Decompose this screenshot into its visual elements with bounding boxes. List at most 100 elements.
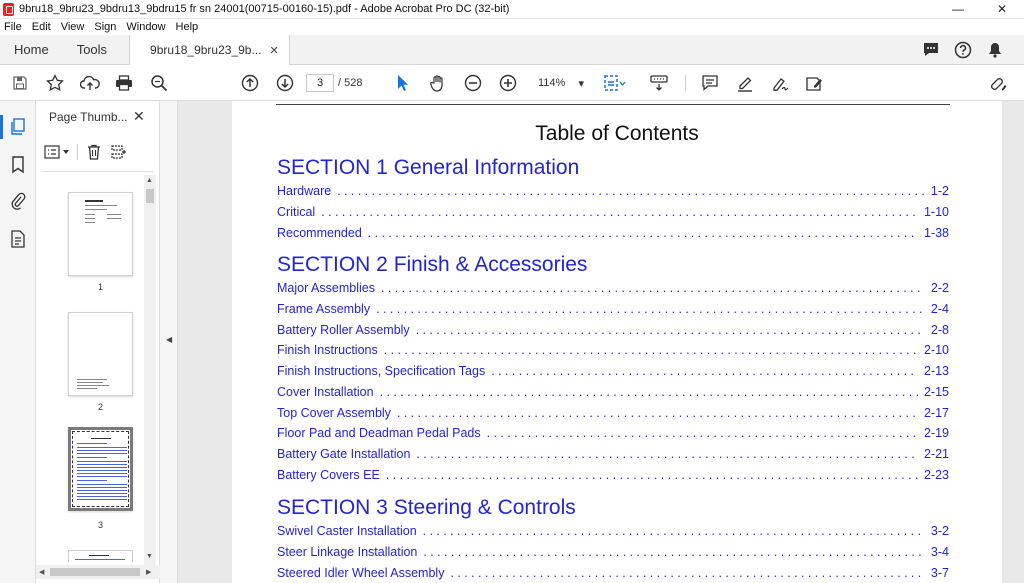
panel-title: Page Thumb... — [49, 110, 128, 124]
next-page-icon[interactable] — [275, 73, 295, 93]
cloud-upload-icon[interactable] — [80, 73, 100, 93]
print-icon[interactable] — [114, 73, 134, 93]
tab-document[interactable]: 9bru18_9bru23_9b... ✕ — [129, 35, 290, 65]
dot-leader: ........................................… — [423, 544, 925, 559]
select-pointer-icon[interactable] — [393, 73, 413, 93]
save-icon[interactable] — [10, 73, 30, 93]
toc-entry[interactable]: Steered Idler Wheel Assembly............… — [277, 566, 949, 583]
dot-leader: ........................................… — [385, 467, 918, 482]
thumbnail-options-icon[interactable] — [44, 145, 69, 159]
hand-tool-icon[interactable] — [428, 73, 448, 93]
signature-pen-icon[interactable] — [770, 73, 790, 93]
section-heading[interactable]: SECTION 2 Finish & Accessories — [277, 253, 587, 277]
page-thumbnail-1[interactable] — [68, 192, 133, 276]
page-thumbnail-4[interactable] — [68, 550, 133, 562]
tab-close-button[interactable]: ✕ — [269, 44, 278, 57]
thumb-text-line — [85, 214, 95, 215]
title-bar: 9bru18_9bru23_9bdru13_9bdru15 fr sn 2400… — [0, 0, 1024, 19]
toc-entry-title: Frame Assembly — [277, 301, 371, 316]
zoom-in-icon[interactable] — [498, 73, 518, 93]
bookmark-icon[interactable] — [8, 155, 28, 175]
thumb-text-line — [85, 222, 95, 223]
horizontal-scrollbar-thumb[interactable] — [50, 568, 140, 576]
scroll-right-icon[interactable]: ▶ — [146, 568, 151, 576]
toc-entry[interactable]: Finish Instructions.....................… — [277, 343, 949, 361]
zoom-out-icon[interactable] — [463, 73, 483, 93]
menu-edit[interactable]: Edit — [32, 21, 51, 33]
document-view[interactable]: Table of Contents SECTION 1 General Info… — [178, 101, 1024, 583]
toc-entry[interactable]: Recommended.............................… — [277, 226, 949, 244]
panel-splitter[interactable]: ◀ — [160, 101, 178, 583]
toc-entry-page: 1-10 — [923, 204, 949, 219]
chevron-down-icon: ▾ — [578, 77, 584, 90]
toc-entry[interactable]: Battery Gate Installation...............… — [277, 447, 949, 465]
thumbnails-horizontal-scrollbar[interactable]: ◀ ▶ — [36, 565, 160, 579]
share-link-icon[interactable] — [988, 73, 1010, 93]
dot-leader: ........................................… — [321, 204, 918, 219]
highlight-pen-icon[interactable] — [735, 73, 755, 93]
keyboard-tools-icon[interactable] — [648, 73, 670, 93]
tab-tools[interactable]: Tools — [63, 35, 121, 64]
toc-entry[interactable]: Cover Installation......................… — [277, 385, 949, 403]
panel-close-button[interactable]: ✕ — [133, 108, 145, 125]
menu-view[interactable]: View — [61, 21, 85, 33]
page-number-input[interactable]: 3 — [306, 74, 334, 92]
collapse-panel-icon[interactable]: ◀ — [166, 335, 172, 344]
active-indicator — [0, 115, 3, 139]
toc-entry[interactable]: Battery Covers EE.......................… — [277, 468, 949, 486]
toc-entry[interactable]: Major Assemblies........................… — [277, 281, 949, 299]
minimize-button[interactable]: — — [936, 0, 980, 19]
toc-entry[interactable]: Battery Roller Assembly.................… — [277, 323, 949, 341]
tab-home[interactable]: Home — [0, 35, 63, 64]
scrollbar-thumb[interactable] — [146, 189, 154, 203]
delete-page-icon[interactable] — [86, 144, 102, 160]
toc-entry[interactable]: Top Cover Assembly......................… — [277, 406, 949, 424]
help-icon[interactable] — [954, 41, 972, 59]
zoom-level-select[interactable]: 114% ▾ — [528, 74, 588, 92]
toc-entry[interactable]: Frame Assembly..........................… — [277, 302, 949, 320]
toc-entry-title: Finish Instructions, Specification Tags — [277, 364, 486, 378]
toc-entry[interactable]: Floor Pad and Deadman Pedal Pads........… — [277, 426, 949, 444]
scroll-left-icon[interactable]: ◀ — [39, 568, 44, 576]
attachment-paperclip-icon[interactable] — [8, 191, 28, 211]
toc-entry[interactable]: Hardware................................… — [277, 184, 949, 202]
bookmark-star-icon[interactable] — [45, 73, 65, 93]
page-fit-icon[interactable] — [603, 73, 627, 93]
insert-page-icon[interactable] — [110, 144, 128, 160]
page-thumbnail-2[interactable] — [68, 312, 133, 396]
document-properties-icon[interactable] — [8, 229, 28, 249]
dot-leader: ........................................… — [486, 426, 918, 441]
toc-entry[interactable]: Finish Instructions, Specification Tags.… — [277, 364, 949, 382]
section-heading[interactable]: SECTION 1 General Information — [277, 156, 579, 180]
comment-chat-icon[interactable] — [922, 41, 940, 59]
window-title: 9bru18_9bru23_9bdru13_9bdru15 fr sn 2400… — [19, 3, 510, 15]
thumb-text-line — [107, 214, 121, 215]
toc-entry[interactable]: Swivel Caster Installation..............… — [277, 524, 949, 542]
toc-entry-title: Battery Covers EE — [277, 467, 380, 482]
close-window-button[interactable]: ✕ — [980, 0, 1024, 19]
section-heading[interactable]: SECTION 3 Steering & Controls — [277, 496, 576, 520]
scroll-up-icon[interactable]: ▲ — [146, 177, 153, 184]
thumb-text-line — [107, 218, 121, 219]
add-comment-icon[interactable] — [700, 73, 720, 93]
toc-entry[interactable]: Steer Linkage Installation..............… — [277, 545, 949, 563]
fill-sign-icon[interactable] — [805, 73, 825, 93]
thumb-text-line — [77, 385, 109, 386]
thumbnails-scrollbar[interactable]: ▲ ▼ — [144, 175, 156, 565]
menu-help[interactable]: Help — [176, 21, 199, 33]
scroll-down-icon[interactable]: ▼ — [146, 553, 153, 560]
previous-page-icon[interactable] — [240, 73, 260, 93]
notification-bell-icon[interactable] — [986, 41, 1004, 59]
page-thumbnails-icon[interactable] — [8, 117, 28, 137]
thumbnail-label-1: 1 — [97, 282, 103, 292]
dot-leader: ........................................… — [379, 384, 918, 399]
panel-toolbar — [44, 139, 154, 165]
menu-file[interactable]: File — [4, 21, 22, 33]
page-thumbnail-3[interactable] — [68, 427, 133, 511]
toc-entry[interactable]: Critical................................… — [277, 205, 949, 223]
menu-sign[interactable]: Sign — [94, 21, 116, 33]
search-icon[interactable] — [149, 73, 169, 93]
dot-leader: ........................................… — [416, 447, 918, 461]
thumb-text-line — [77, 457, 107, 458]
menu-window[interactable]: Window — [126, 21, 165, 33]
